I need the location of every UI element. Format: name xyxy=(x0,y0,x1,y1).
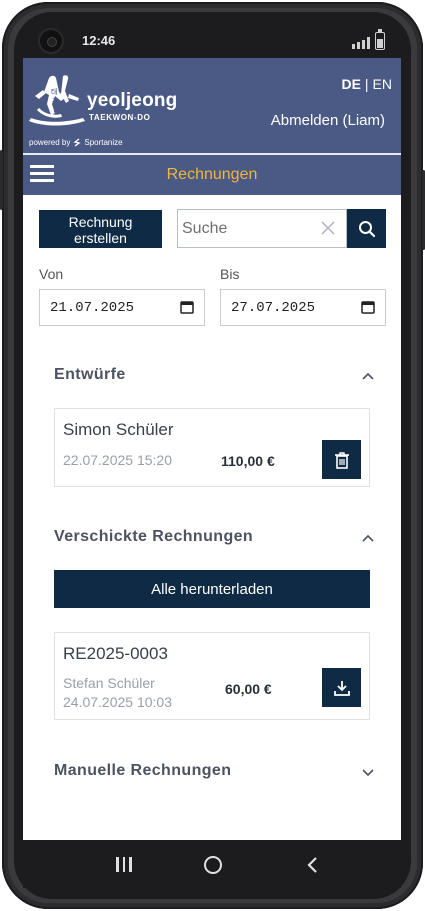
search-input[interactable] xyxy=(178,211,313,246)
logo-wordmark: yeoljeong xyxy=(87,90,178,111)
status-time: 12:46 xyxy=(82,33,116,48)
language-switch: DE | EN xyxy=(341,76,392,92)
nav-bar: Rechnungen xyxy=(23,155,401,195)
battery-icon xyxy=(375,29,385,50)
draft-name: Simon Schüler xyxy=(63,420,174,439)
calendar-icon[interactable] xyxy=(180,300,194,314)
logout-link[interactable]: Abmelden (Liam) xyxy=(271,112,385,129)
lang-de-link[interactable]: DE xyxy=(341,76,360,92)
sportanize-icon xyxy=(73,138,81,147)
invoice-customer: Stefan Schüler xyxy=(63,675,155,691)
trash-icon xyxy=(334,451,349,469)
page-title: Rechnungen xyxy=(166,166,258,183)
drafts-section-title[interactable]: Entwürfe xyxy=(54,366,126,384)
draft-card: Simon Schüler 22.07.2025 15:20 110,00 € xyxy=(54,408,370,487)
powered-by-label: powered by xyxy=(29,138,71,147)
delete-draft-button[interactable] xyxy=(322,440,361,479)
invoice-amount: 60,00 € xyxy=(225,681,272,697)
invoice-date: 24.07.2025 10:03 xyxy=(63,694,172,710)
search-box xyxy=(177,209,347,248)
volume-button xyxy=(0,150,3,210)
download-all-button[interactable]: Alle herunterladen xyxy=(54,570,370,608)
clear-icon[interactable] xyxy=(321,221,335,235)
to-label: Bis xyxy=(220,266,240,282)
draft-date: 22.07.2025 15:20 xyxy=(63,452,172,468)
draft-amount: 110,00 € xyxy=(221,453,275,469)
logo-hangul-1: 태 xyxy=(51,88,57,96)
calendar-icon[interactable] xyxy=(361,300,375,314)
logo-hangul-3: 도 xyxy=(53,108,60,116)
create-invoice-label-1: Rechnung xyxy=(68,214,133,230)
logo-hangul-2: 권 xyxy=(52,98,58,106)
powered-by: powered by Sportanize xyxy=(29,138,123,147)
invoice-number: RE2025-0003 xyxy=(63,644,168,663)
home-icon[interactable] xyxy=(204,856,222,874)
logo-subtitle: TAEKWON-DO xyxy=(89,113,151,122)
search-icon xyxy=(358,220,375,237)
camera-icon xyxy=(40,30,62,52)
from-date-value: 21.07.2025 xyxy=(50,299,135,316)
manual-section-title[interactable]: Manuelle Rechnungen xyxy=(54,762,231,780)
chevron-up-icon[interactable] xyxy=(361,371,375,381)
signal-icon xyxy=(352,37,370,49)
to-date-value: 27.07.2025 xyxy=(231,299,316,316)
from-date-input[interactable]: 21.07.2025 xyxy=(39,289,205,326)
download-icon xyxy=(333,680,350,696)
lang-separator: | xyxy=(364,76,369,92)
app-screen: 태 권 도 yeoljeong TAEKWON-DO powered by Sp… xyxy=(23,58,401,840)
from-label: Von xyxy=(39,266,64,282)
recent-apps-icon[interactable] xyxy=(116,857,132,872)
chevron-down-icon[interactable] xyxy=(361,767,375,777)
create-invoice-label-2: erstellen xyxy=(74,230,127,246)
back-icon[interactable] xyxy=(306,856,318,874)
lang-en-link[interactable]: EN xyxy=(373,76,392,92)
sent-invoice-card: RE2025-0003 Stefan Schüler 24.07.2025 10… xyxy=(54,632,370,720)
sent-section-title[interactable]: Verschickte Rechnungen xyxy=(54,528,253,546)
download-invoice-button[interactable] xyxy=(322,668,361,707)
powered-by-brand: Sportanize xyxy=(84,138,123,147)
create-invoice-button[interactable]: Rechnung erstellen xyxy=(39,210,162,248)
chevron-up-icon[interactable] xyxy=(361,533,375,543)
to-date-input[interactable]: 27.07.2025 xyxy=(220,289,386,326)
search-button[interactable] xyxy=(347,209,386,248)
app-header: 태 권 도 yeoljeong TAEKWON-DO powered by Sp… xyxy=(23,58,401,153)
